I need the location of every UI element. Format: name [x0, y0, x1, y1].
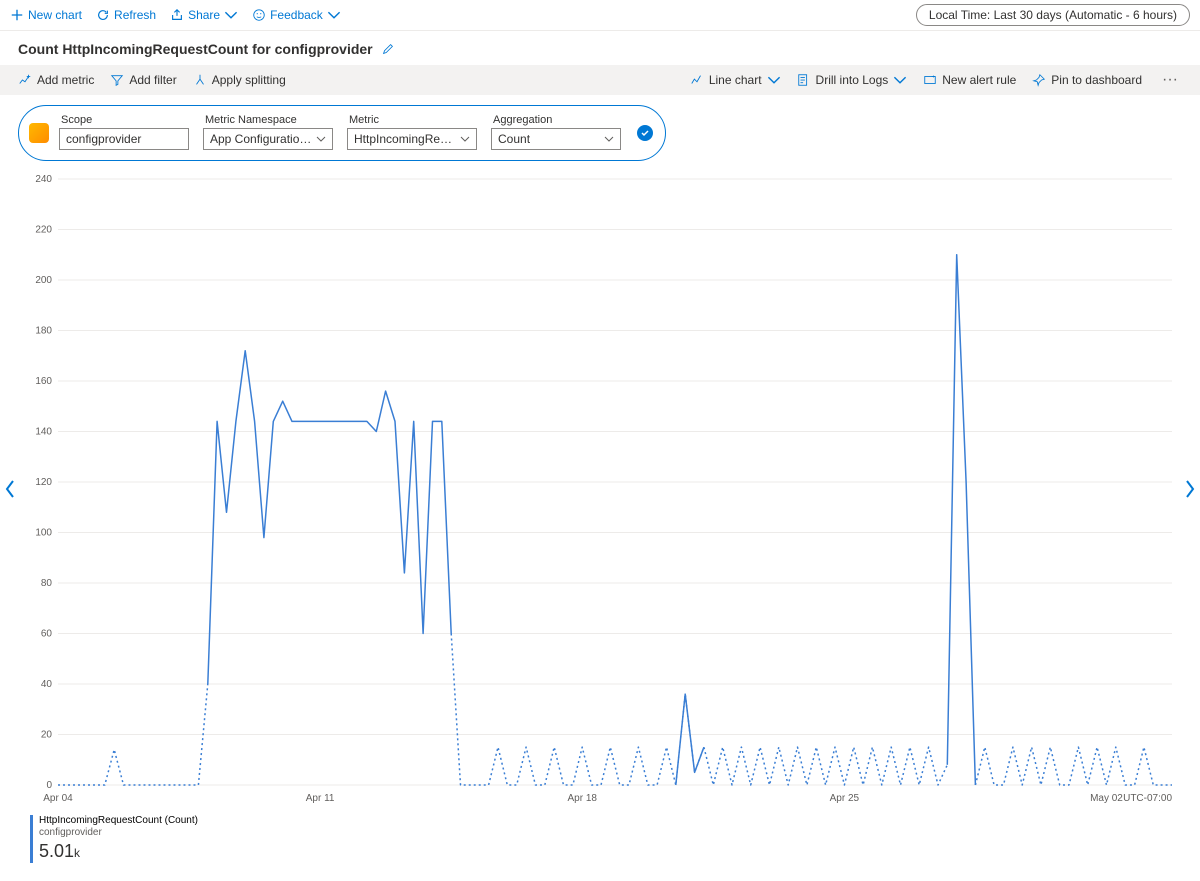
alert-icon [923, 73, 937, 87]
line-chart-icon [690, 73, 704, 87]
feedback-label: Feedback [270, 8, 323, 22]
split-icon [193, 73, 207, 87]
plus-icon [10, 8, 24, 22]
logs-icon [797, 73, 811, 87]
pin-dashboard-button[interactable]: Pin to dashboard [1032, 73, 1142, 87]
legend-metric: HttpIncomingRequestCount (Count) [39, 815, 1182, 827]
apply-splitting-button[interactable]: Apply splitting [193, 73, 286, 87]
svg-text:80: 80 [41, 578, 53, 589]
share-button[interactable]: Share [170, 8, 238, 22]
svg-text:60: 60 [41, 629, 53, 640]
resource-icon [29, 123, 49, 143]
chevron-down-icon [327, 8, 341, 22]
check-icon [640, 128, 650, 138]
time-range-pill[interactable]: Local Time: Last 30 days (Automatic - 6 … [916, 4, 1190, 26]
svg-text:Apr 04: Apr 04 [43, 793, 73, 804]
chart-type-button[interactable]: Line chart [690, 73, 781, 87]
svg-text:100: 100 [35, 528, 52, 539]
aggregation-value: Count [498, 132, 600, 146]
edit-icon[interactable] [381, 42, 395, 56]
chevron-down-icon [604, 134, 614, 144]
add-metric-button[interactable]: Add metric [18, 73, 94, 87]
share-icon [170, 8, 184, 22]
add-metric-label: Add metric [37, 73, 94, 87]
namespace-value: App Configuration stan... [210, 132, 312, 146]
svg-text:200: 200 [35, 275, 52, 286]
chevron-down-icon [316, 134, 326, 144]
pin-icon [1032, 73, 1046, 87]
add-filter-button[interactable]: Add filter [110, 73, 176, 87]
chart-toolbar: Add metric Add filter Apply splitting Li… [0, 65, 1200, 95]
refresh-label: Refresh [114, 8, 156, 22]
chevron-left-icon [4, 479, 16, 499]
new-chart-label: New chart [28, 8, 82, 22]
svg-text:Apr 25: Apr 25 [830, 793, 860, 804]
smiley-icon [252, 8, 266, 22]
metric-select[interactable]: HttpIncomingRequestC... [347, 128, 477, 150]
feedback-button[interactable]: Feedback [252, 8, 341, 22]
chevron-down-icon [224, 8, 238, 22]
metric-selector-capsule: Scope Metric Namespace App Configuration… [18, 105, 666, 161]
svg-text:240: 240 [35, 174, 52, 185]
chart-area: 0 20 40 60 80 100 120 140 160 180 200 220 240 Apr 04 A… [18, 169, 1182, 809]
new-chart-button[interactable]: New chart [10, 8, 82, 22]
aggregation-label: Aggregation [491, 114, 621, 126]
svg-text:120: 120 [35, 477, 52, 488]
chevron-right-icon [1184, 479, 1196, 499]
scope-label: Scope [59, 114, 189, 126]
aggregation-select[interactable]: Count [491, 128, 621, 150]
legend[interactable]: HttpIncomingRequestCount (Count) configp… [30, 815, 1182, 863]
chevron-down-icon [893, 73, 907, 87]
next-chart-button[interactable] [1180, 469, 1200, 509]
svg-text:180: 180 [35, 326, 52, 337]
prev-chart-button[interactable] [0, 469, 20, 509]
svg-text:40: 40 [41, 679, 53, 690]
chart-type-label: Line chart [709, 73, 762, 87]
svg-text:20: 20 [41, 730, 53, 741]
confirm-button[interactable] [637, 125, 653, 141]
more-button[interactable]: ··· [1158, 71, 1182, 89]
add-filter-label: Add filter [129, 73, 176, 87]
namespace-select[interactable]: App Configuration stan... [203, 128, 333, 150]
svg-text:May 02: May 02 [1090, 793, 1123, 804]
refresh-icon [96, 8, 110, 22]
drill-into-logs-label: Drill into Logs [816, 73, 889, 87]
svg-text:Apr 11: Apr 11 [306, 793, 335, 804]
refresh-button[interactable]: Refresh [96, 8, 156, 22]
legend-resource: configprovider [39, 827, 1182, 839]
metric-value: HttpIncomingRequestC... [354, 132, 456, 146]
filter-icon [110, 73, 124, 87]
top-bar: New chart Refresh Share Feedback Local T… [0, 0, 1200, 31]
svg-text:UTC-07:00: UTC-07:00 [1123, 793, 1172, 804]
drill-into-logs-button[interactable]: Drill into Logs [797, 73, 908, 87]
new-alert-button[interactable]: New alert rule [923, 73, 1016, 87]
svg-text:140: 140 [35, 427, 52, 438]
chart-title-row: Count HttpIncomingRequestCount for confi… [0, 31, 1200, 65]
legend-unit: k [74, 846, 80, 860]
metrics-chart[interactable]: 0 20 40 60 80 100 120 140 160 180 200 220 240 Apr 04 A… [18, 169, 1182, 809]
pin-dashboard-label: Pin to dashboard [1051, 73, 1142, 87]
new-alert-label: New alert rule [942, 73, 1016, 87]
namespace-label: Metric Namespace [203, 114, 333, 126]
svg-text:160: 160 [35, 376, 52, 387]
chevron-down-icon [767, 73, 781, 87]
metric-label: Metric [347, 114, 477, 126]
legend-value: 5.01 [39, 841, 74, 861]
apply-splitting-label: Apply splitting [212, 73, 286, 87]
add-metric-icon [18, 73, 32, 87]
chevron-down-icon [460, 134, 470, 144]
svg-text:220: 220 [35, 225, 52, 236]
share-label: Share [188, 8, 220, 22]
scope-input[interactable] [59, 128, 189, 150]
svg-text:0: 0 [46, 780, 52, 791]
svg-text:Apr 18: Apr 18 [568, 793, 598, 804]
chart-title: Count HttpIncomingRequestCount for confi… [18, 41, 373, 57]
